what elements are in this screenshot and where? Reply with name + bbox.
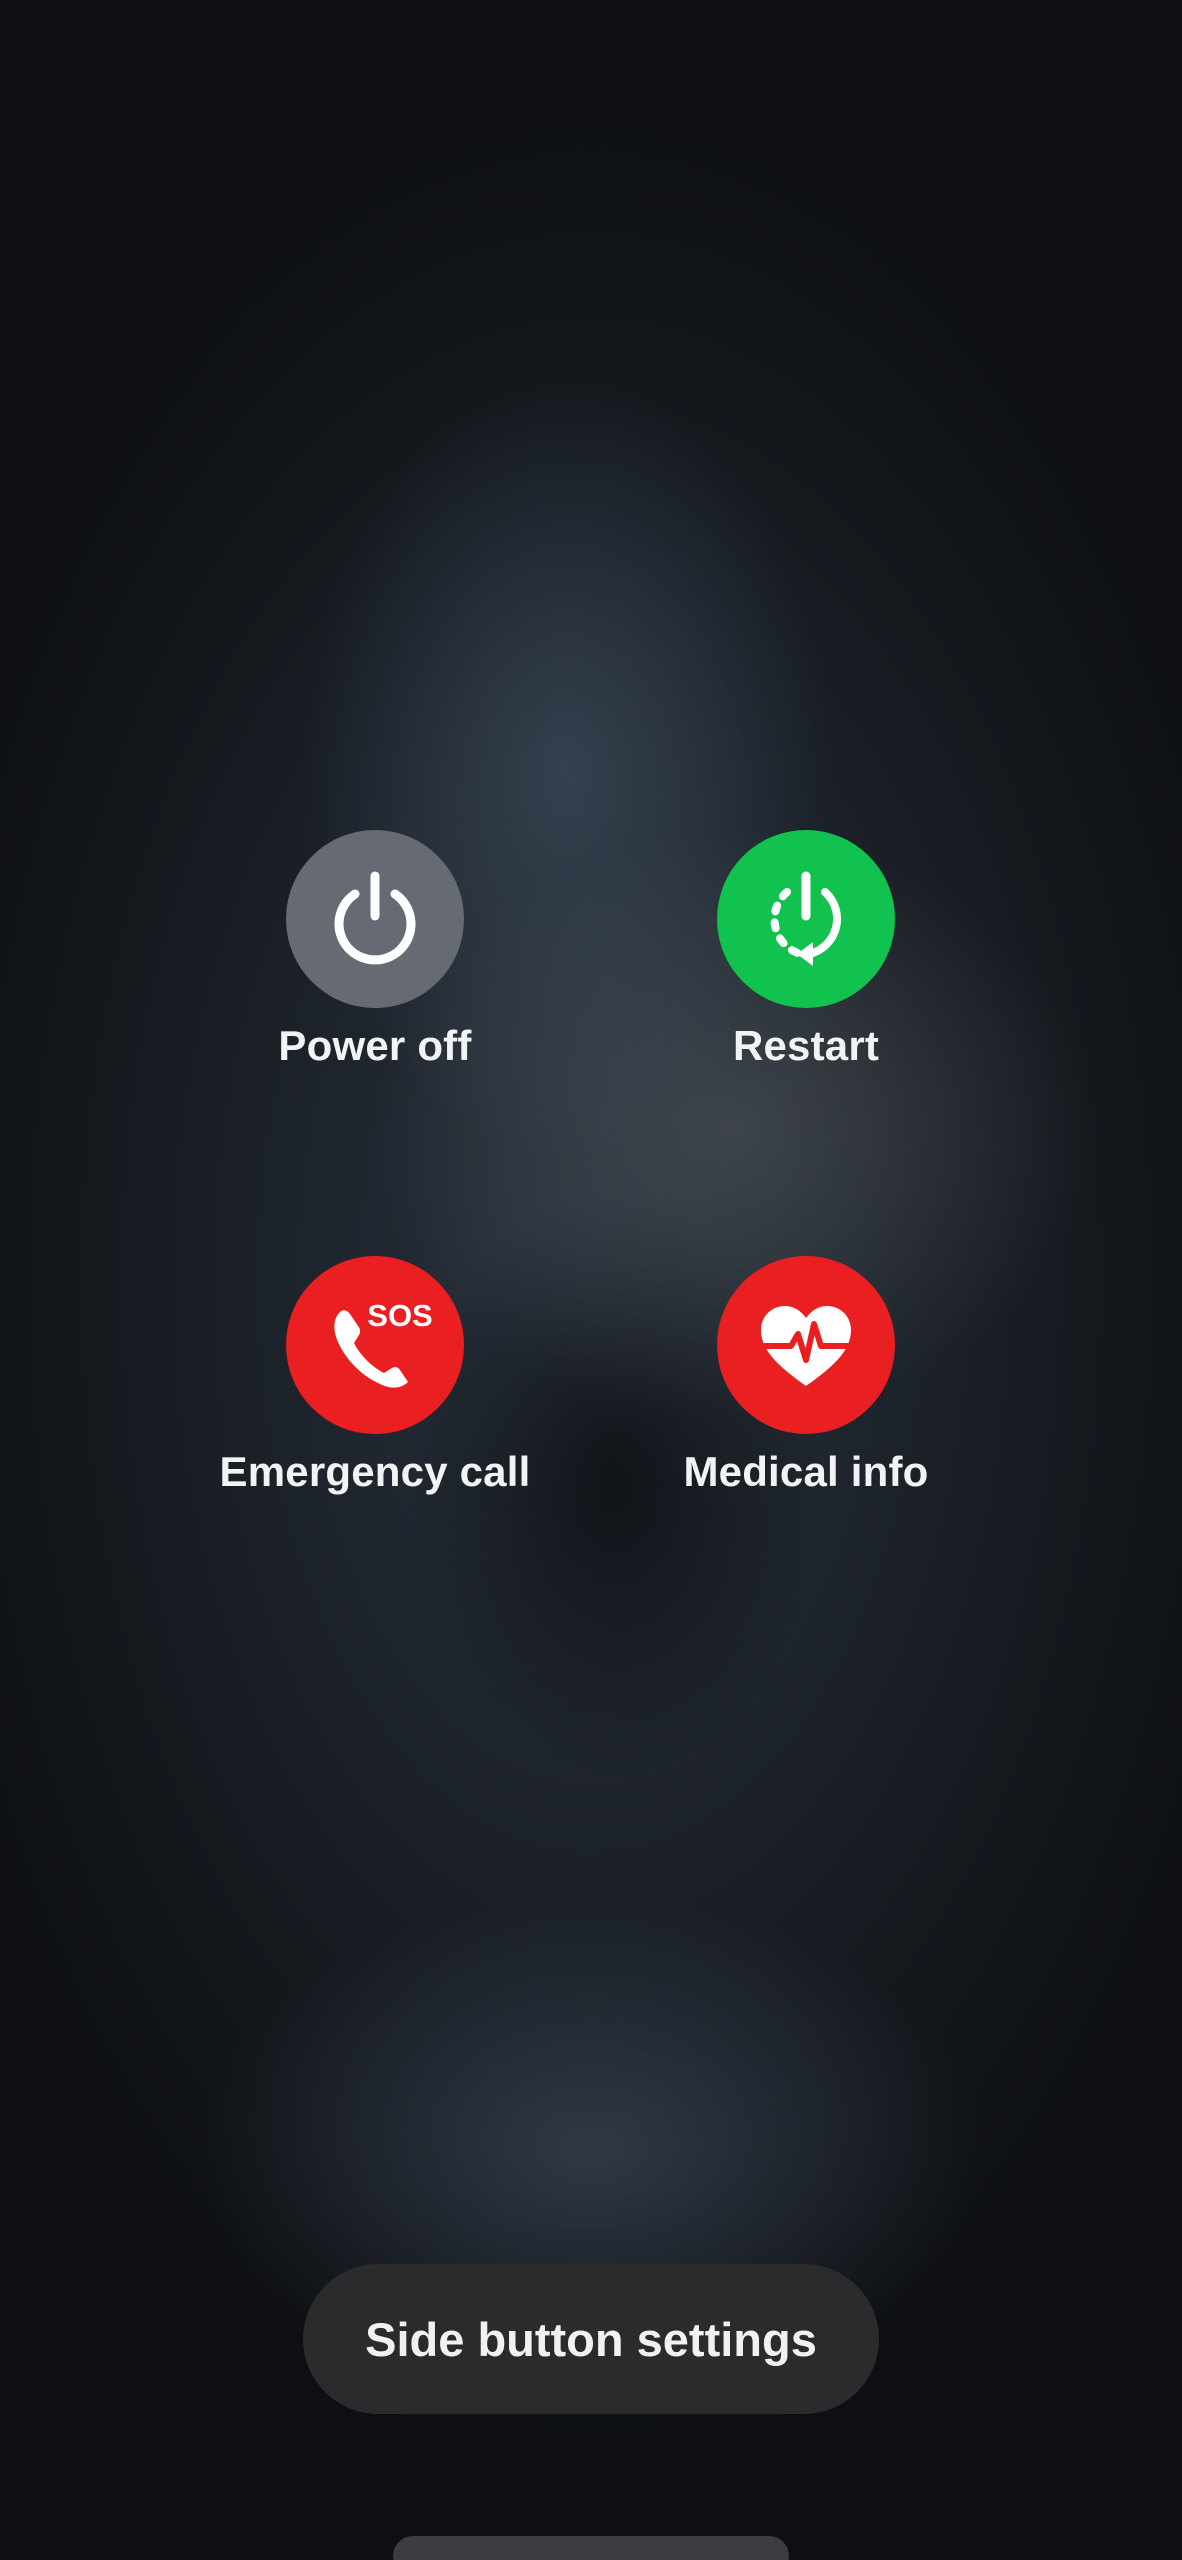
restart-icon <box>770 871 842 966</box>
emergency-call-button[interactable]: SOS <box>286 1256 464 1434</box>
restart-button[interactable] <box>717 830 895 1008</box>
restart-label: Restart <box>732 1022 880 1069</box>
sos-badge: SOS <box>367 1298 432 1333</box>
power-menu-screen: Power off Restart SOS Emergency call Med… <box>0 0 1182 2560</box>
power-off-action[interactable]: Power off <box>195 830 555 1070</box>
emergency-call-label: Emergency call <box>219 1448 531 1495</box>
sos-phone-icon: SOS <box>334 1298 433 1388</box>
navigation-handle[interactable] <box>393 2536 789 2560</box>
medical-info-button[interactable] <box>717 1256 895 1434</box>
medical-info-label: Medical info <box>683 1448 929 1495</box>
emergency-call-action[interactable]: SOS Emergency call <box>195 1256 555 1496</box>
heart-pulse-icon <box>760 1306 852 1386</box>
side-button-settings-button[interactable]: Side button settings <box>303 2264 879 2414</box>
power-off-button[interactable] <box>286 830 464 1008</box>
restart-action[interactable]: Restart <box>626 830 986 1070</box>
medical-info-action[interactable]: Medical info <box>626 1256 986 1496</box>
power-off-label: Power off <box>278 1022 472 1069</box>
power-icon <box>334 871 416 965</box>
